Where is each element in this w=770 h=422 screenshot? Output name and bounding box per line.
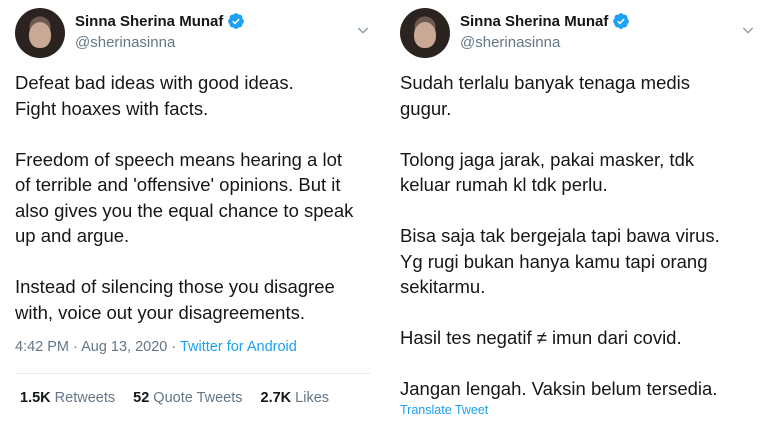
author-row: Sinna Sherina Munaf bbox=[75, 12, 245, 30]
avatar[interactable] bbox=[400, 8, 450, 58]
tweet-meta: 4:42 PM · Aug 13, 2020 · Twitter for And… bbox=[15, 339, 297, 355]
quotes-label: Quote Tweets bbox=[153, 390, 243, 406]
tweet-card: Sinna Sherina Munaf @sherinasinna Defeat… bbox=[0, 0, 385, 422]
verified-badge-icon bbox=[613, 13, 630, 29]
author-name[interactable]: Sinna Sherina Munaf bbox=[75, 13, 223, 30]
avatar[interactable] bbox=[15, 8, 65, 58]
translate-tweet-link[interactable]: Translate Tweet bbox=[400, 403, 488, 417]
divider bbox=[15, 373, 370, 374]
tweet-card: Sinna Sherina Munaf @sherinasinna Sudah … bbox=[385, 0, 770, 422]
author-row: Sinna Sherina Munaf bbox=[460, 12, 630, 30]
retweets-label: Retweets bbox=[54, 390, 116, 406]
likes-stat[interactable]: 2.7K Likes bbox=[261, 390, 330, 406]
quote-tweets-stat[interactable]: 52 Quote Tweets bbox=[133, 390, 242, 406]
author-handle[interactable]: @sherinasinna bbox=[75, 34, 175, 51]
tweet-text: Defeat bad ideas with good ideas. Fight … bbox=[15, 72, 354, 323]
chevron-down-icon[interactable] bbox=[740, 22, 756, 38]
verified-badge-icon bbox=[228, 13, 245, 29]
retweets-count: 1.5K bbox=[20, 390, 51, 406]
timestamp[interactable]: 4:42 PM · Aug 13, 2020 · bbox=[15, 339, 180, 355]
author-handle[interactable]: @sherinasinna bbox=[460, 34, 560, 51]
author-name[interactable]: Sinna Sherina Munaf bbox=[460, 13, 608, 30]
retweets-stat[interactable]: 1.5K Retweets bbox=[20, 390, 115, 406]
source-link[interactable]: Twitter for Android bbox=[180, 339, 297, 355]
likes-label: Likes bbox=[295, 390, 330, 406]
engagement-stats: 1.5K Retweets 52 Quote Tweets 2.7K Likes bbox=[20, 390, 329, 406]
quotes-count: 52 bbox=[133, 390, 150, 406]
likes-count: 2.7K bbox=[260, 390, 292, 406]
tweet-text: Sudah terlalu banyak tenaga medis gugur.… bbox=[400, 72, 720, 399]
chevron-down-icon[interactable] bbox=[355, 22, 371, 38]
